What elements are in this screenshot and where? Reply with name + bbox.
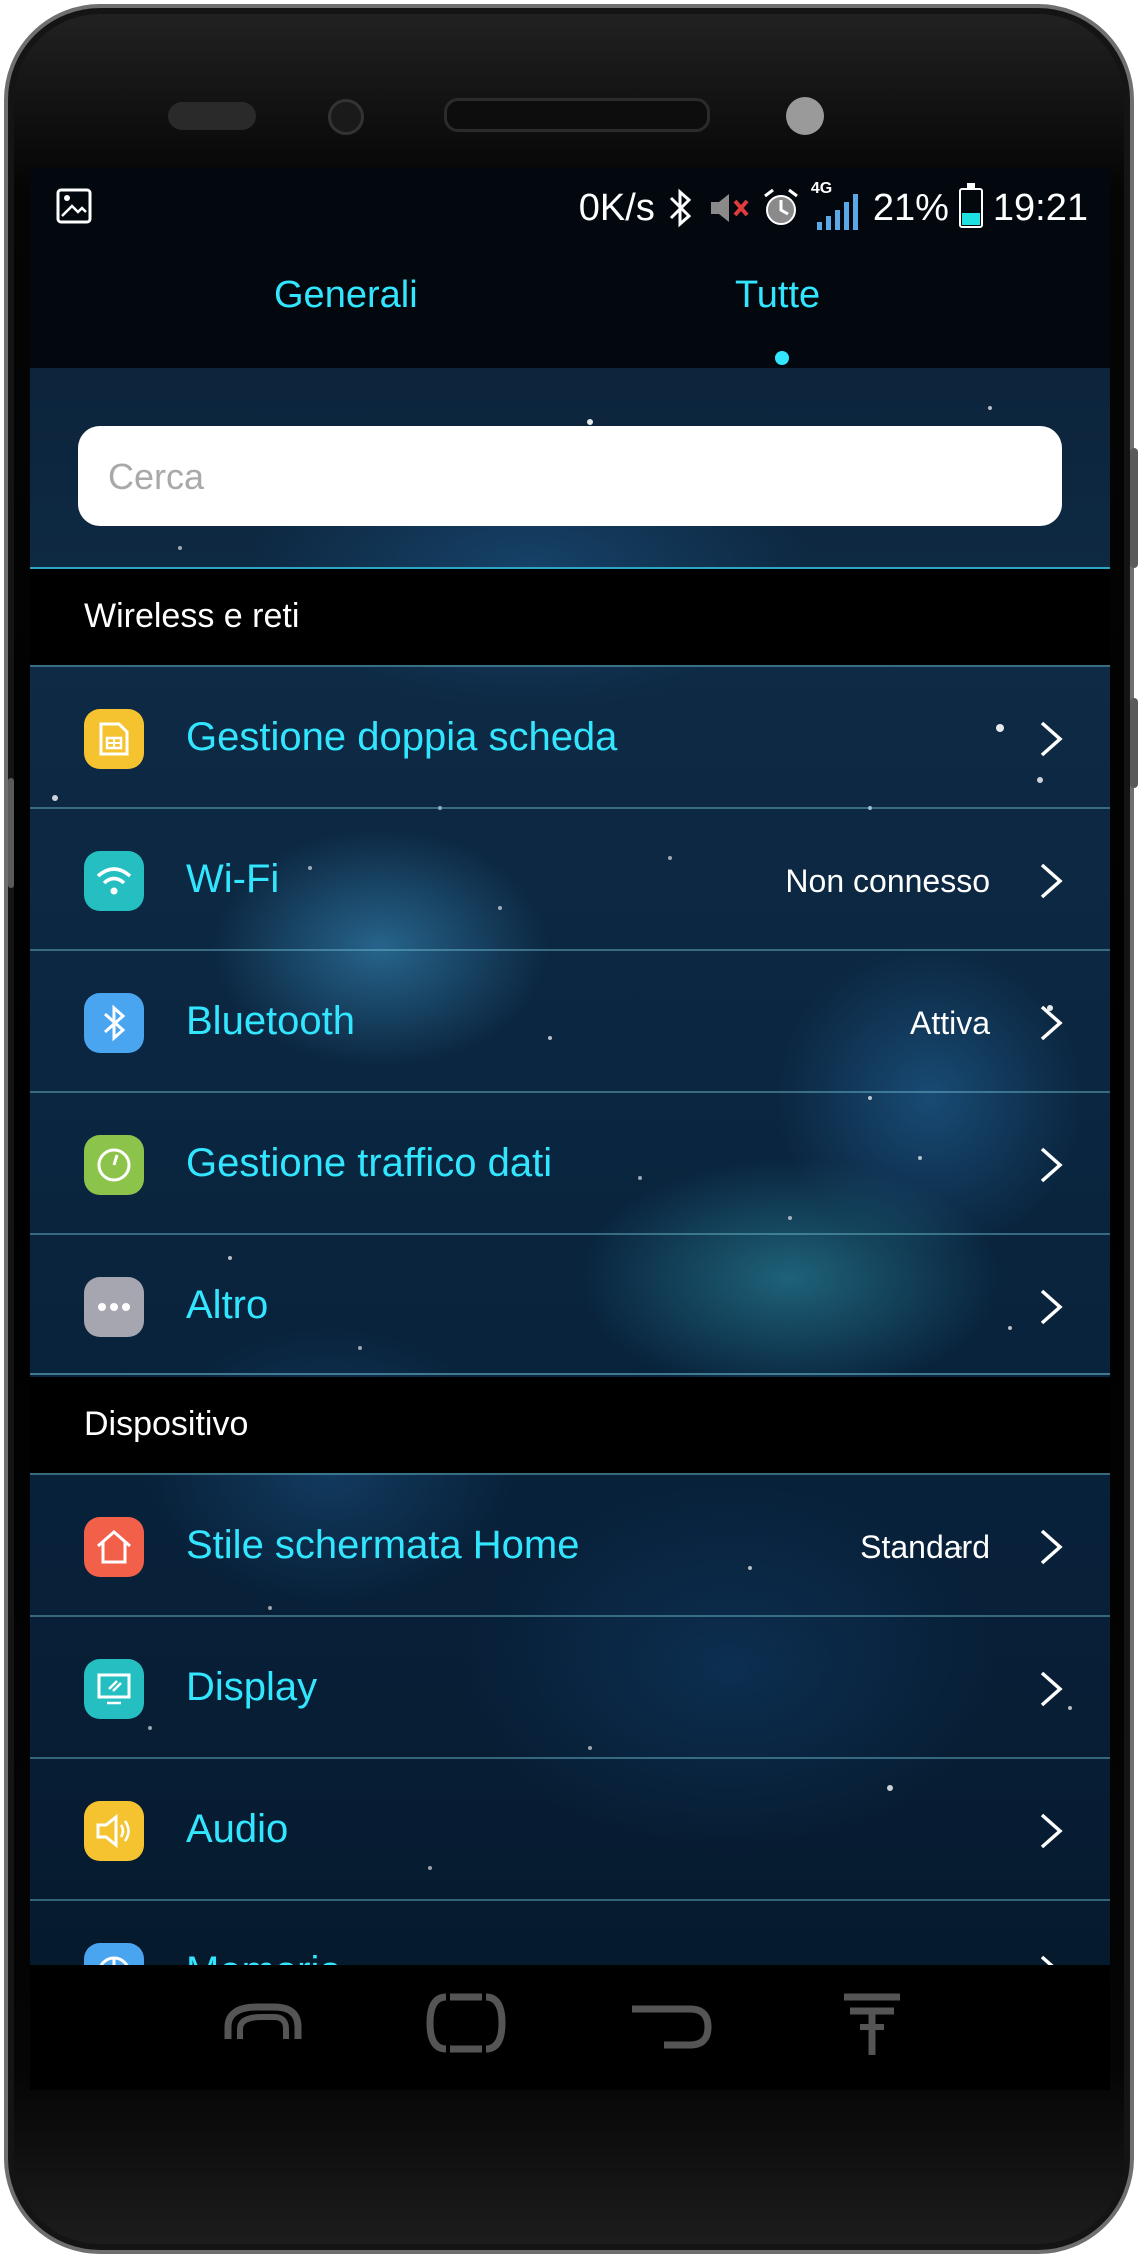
home-button-icon[interactable] [420,1983,512,2063]
settings-item-label: Gestione doppia scheda [186,715,618,759]
settings-item-value: Standard [860,1529,990,1565]
front-camera [328,99,364,135]
back-icon[interactable] [624,1983,716,2063]
chevron-right-icon [1040,1005,1063,1041]
alarm-icon [763,188,798,225]
power-button [1130,448,1138,568]
settings-item-more[interactable]: Altro [30,1233,1110,1375]
section-header-wireless: Wireless e reti [30,569,1110,665]
chevron-right-icon [1040,1955,1054,1965]
battery-percent: 21% [872,186,949,229]
settings-item-data-traffic[interactable]: Gestione traffico dati [30,1091,1110,1233]
more-icon [84,1277,144,1337]
chevron-right-icon [1040,1289,1063,1325]
speaker-icon [84,1801,144,1861]
signal-indicator: 4G [811,180,863,232]
chevron-right-icon [1040,721,1063,757]
bluetooth-icon [669,188,692,228]
signal-icon [816,194,858,230]
settings-item-storage[interactable]: Memoria [30,1899,1110,1965]
network-speed: 0K/s [578,186,655,229]
data-usage-icon [84,1135,144,1195]
tab-generali[interactable]: Generali [274,274,418,317]
settings-item-value: Non connesso [785,863,990,899]
earpiece-speaker [444,98,710,132]
proximity-sensor [168,102,256,130]
clock: 19:21 [992,186,1088,229]
search-input[interactable]: Cerca [78,426,1062,526]
sim-card-icon [84,709,144,769]
section-header-device: Dispositivo [30,1377,1110,1473]
gallery-icon [56,188,92,224]
settings-item-label: Wi-Fi [186,857,280,901]
chevron-right-icon [1040,1671,1063,1707]
notification-pull-icon[interactable] [826,1983,918,2063]
chevron-right-icon [1040,1813,1063,1849]
chevron-right-icon [1040,1529,1063,1565]
display-icon [84,1659,144,1719]
settings-item-bluetooth[interactable]: Bluetooth Attiva [30,949,1110,1091]
settings-item-wifi[interactable]: Wi-Fi Non connesso [30,807,1110,949]
settings-item-label: Altro [186,1283,269,1327]
chevron-right-icon [1040,863,1063,899]
tab-bar: Generali Tutte [30,248,1110,368]
bluetooth-icon [84,993,144,1053]
volume-button [1130,698,1138,788]
status-indicators: 0K/s 4G 21% 19:21 [578,180,1088,234]
settings-item-label: Gestione traffico dati [186,1141,553,1185]
chevron-right-icon [1040,1147,1063,1183]
tab-tutte[interactable]: Tutte [735,274,820,317]
screen: 0K/s 4G 21% 19:21 Generali Tutte Cerca W… [30,168,1110,1965]
light-sensor [786,97,824,135]
home-icon [84,1517,144,1577]
settings-item-display[interactable]: Display [30,1615,1110,1757]
settings-item-label: Stile schermata Home [186,1523,580,1567]
side-button-left [8,778,14,888]
settings-item-label: Bluetooth [186,999,356,1043]
storage-icon [84,1943,144,1965]
settings-item-home-style[interactable]: Stile schermata Home Standard [30,1473,1110,1615]
settings-item-label: Display [186,1665,318,1709]
navigation-bar [30,1965,1110,2090]
settings-item-dual-sim[interactable]: Gestione doppia scheda [30,665,1110,807]
settings-item-audio[interactable]: Audio [30,1757,1110,1899]
mute-icon [710,194,749,222]
active-tab-indicator [775,351,789,365]
status-bar: 0K/s 4G 21% 19:21 [30,168,1110,248]
wifi-icon [84,851,144,911]
recent-apps-icon[interactable] [218,1983,310,2063]
settings-item-label: Audio [186,1807,289,1851]
settings-item-value: Attiva [909,1005,990,1041]
battery-icon [958,183,983,228]
settings-item-label: Memoria [186,1949,342,1965]
